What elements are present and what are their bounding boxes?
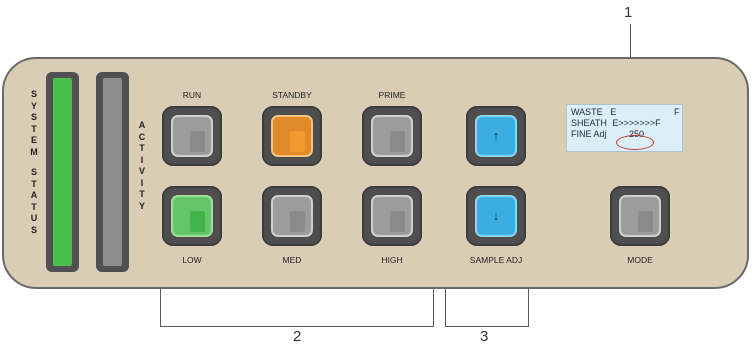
standby-button-light: [290, 131, 305, 152]
mode-button-light: [638, 211, 653, 232]
activity-label: A C T I V I T Y: [136, 120, 148, 212]
run-button[interactable]: [162, 106, 222, 166]
activity-letter: V: [138, 166, 145, 176]
sample-adj-label: SAMPLE ADJ: [469, 255, 523, 265]
sheath-value: E>>>>>>>F: [612, 118, 661, 128]
med-label: MED: [282, 255, 302, 265]
bracket-2-left: [160, 289, 161, 327]
high-label: HIGH: [381, 255, 403, 265]
low-button-face: [171, 195, 213, 237]
system-status-letter: T: [31, 178, 37, 189]
low-label: LOW: [182, 255, 202, 265]
waste-label: WASTE: [571, 107, 603, 117]
mode-label: MODE: [627, 255, 653, 265]
mode-button-face: [619, 195, 661, 237]
system-status-letter: T: [31, 201, 37, 212]
run-label: RUN: [182, 90, 202, 100]
standby-button-face: [271, 115, 313, 157]
sample-adj-down-face: ↓: [475, 195, 517, 237]
callout-3: 3: [480, 328, 489, 345]
run-button-light: [190, 131, 205, 152]
activity-letter: C: [138, 131, 146, 142]
system-status-label: S Y S T E M S T A T U S: [28, 89, 40, 236]
sheath-label: SHEATH: [571, 118, 607, 128]
callout-2: 2: [293, 328, 302, 345]
callout-1: 1: [624, 4, 633, 21]
high-button-face: [371, 195, 413, 237]
activity-letter: A: [138, 120, 146, 130]
system-status-letter: U: [30, 213, 38, 223]
med-button[interactable]: [262, 186, 322, 246]
sample-adj-up-button[interactable]: ↑: [466, 106, 526, 166]
system-status-letter: S: [30, 224, 37, 235]
system-status-letter: A: [30, 190, 38, 200]
system-status-letter: S: [30, 167, 37, 177]
system-status-letter: S: [30, 112, 37, 122]
standby-button[interactable]: [262, 106, 322, 166]
system-status-letter: T: [31, 123, 37, 134]
bracket-2-bottom: [160, 326, 434, 327]
prime-button-face: [371, 115, 413, 157]
bracket-2-right: [433, 289, 434, 327]
waste-full: F: [674, 107, 680, 117]
activity-letter: T: [139, 189, 145, 199]
waste-empty: E: [610, 107, 617, 117]
sample-adj-up-face: ↑: [475, 115, 517, 157]
low-button-light: [190, 211, 205, 232]
bracket-3-bottom: [445, 326, 529, 327]
prime-button[interactable]: [362, 106, 422, 166]
prime-label: PRIME: [378, 90, 406, 100]
system-status-letter: E: [30, 135, 37, 145]
activity-meter-fill: [103, 78, 122, 266]
med-button-light: [290, 211, 305, 232]
activity-meter: [96, 72, 129, 272]
arrow-up-icon: ↑: [492, 128, 500, 143]
sheath-row: SHEATH E>>>>>>>F: [571, 118, 678, 129]
system-status-meter-fill: [53, 78, 72, 266]
standby-label: STANDBY: [272, 90, 312, 100]
activity-letter: Y: [138, 200, 145, 211]
system-status-meter: [46, 72, 79, 272]
system-status-letter: Y: [30, 100, 37, 111]
bracket-3-right: [528, 289, 529, 327]
fine-adj-label: FINE Adj: [571, 129, 607, 139]
prime-button-light: [390, 131, 405, 152]
sample-adj-down-button[interactable]: ↓: [466, 186, 526, 246]
run-button-face: [171, 115, 213, 157]
activity-letter: I: [140, 154, 144, 165]
mode-button[interactable]: [610, 186, 670, 246]
system-status-letter: M: [30, 146, 38, 157]
activity-letter: T: [139, 143, 145, 153]
arrow-down-icon: ↓: [492, 208, 500, 223]
high-button-light: [390, 211, 405, 232]
med-button-face: [271, 195, 313, 237]
system-status-letter: S: [30, 89, 37, 99]
fine-adj-highlight-circle: [616, 135, 654, 150]
activity-letter: I: [140, 177, 144, 188]
low-button[interactable]: [162, 186, 222, 246]
bracket-3-left: [445, 289, 446, 327]
high-button[interactable]: [362, 186, 422, 246]
waste-row: WASTE E F: [571, 107, 680, 118]
